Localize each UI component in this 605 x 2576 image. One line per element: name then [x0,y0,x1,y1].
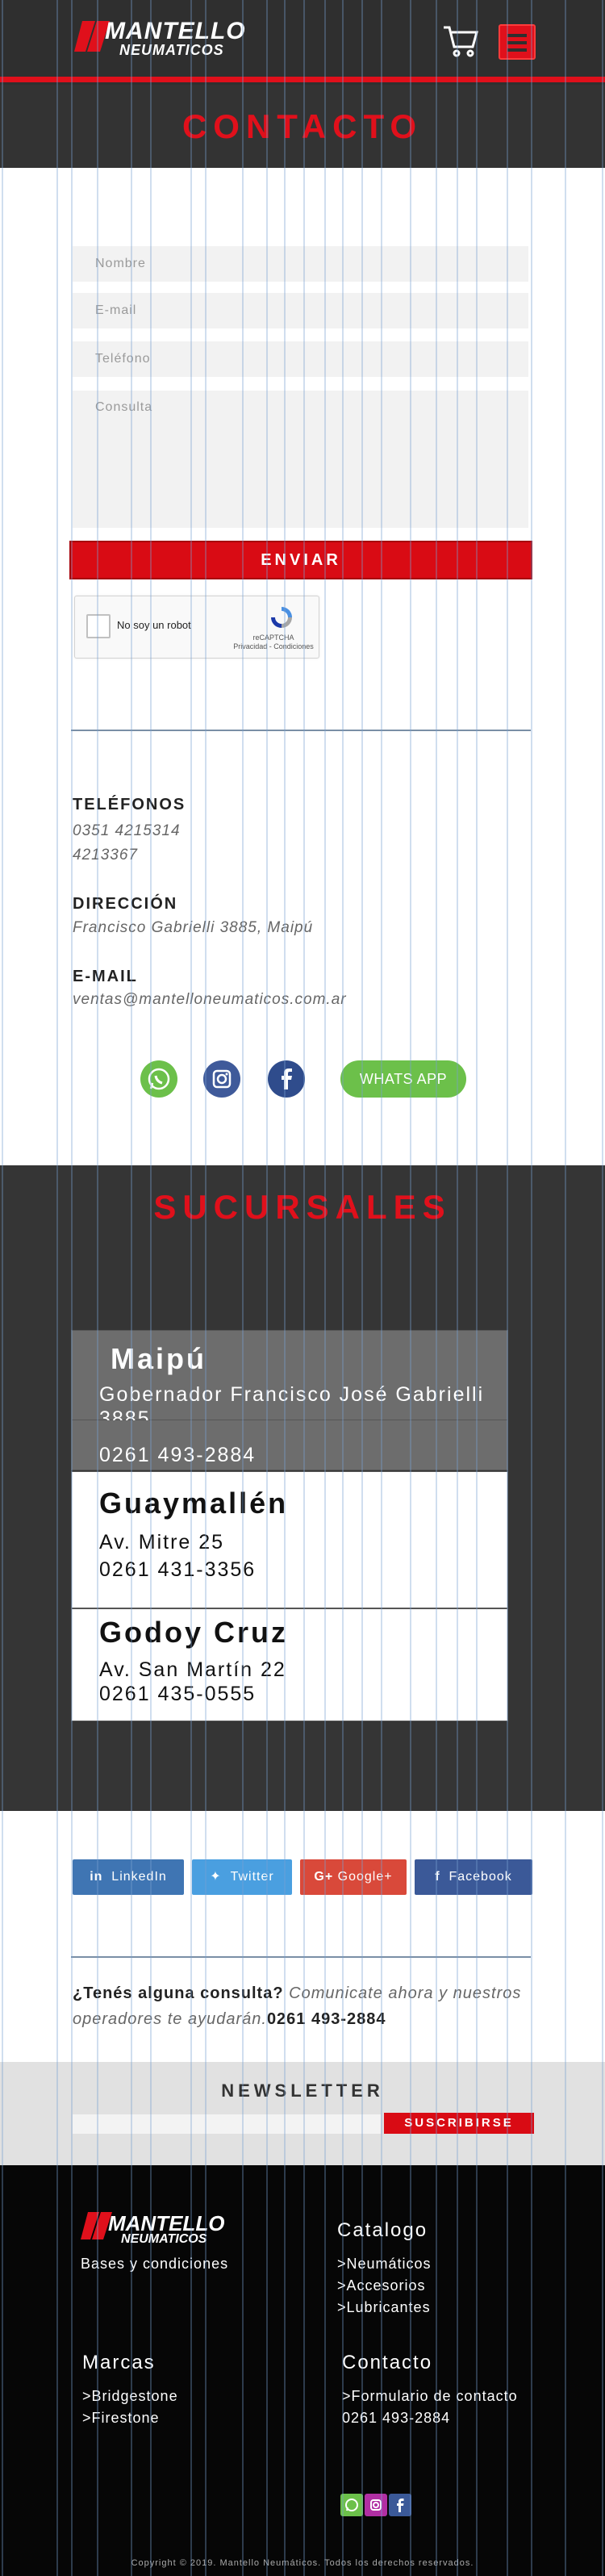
branch-card-godoy-cruz[interactable]: Godoy Cruz Av. San Martín 22 0261 435-05… [71,1608,508,1721]
recaptcha-brand: reCAPTCHA [252,634,294,642]
email-label: E-MAIL [73,968,138,985]
catalog-item[interactable]: >Accesorios [337,2275,426,2297]
facebook-label: Facebook [449,1870,512,1884]
message-textarea[interactable]: Consulta [73,391,528,528]
branch-phone: 0261 431-3356 [99,1558,257,1581]
phones-label: TELÉFONOS [73,796,186,813]
linkedin-label: LinkedIn [111,1870,167,1884]
instagram-icon[interactable] [203,1060,240,1098]
contact-cta: ¿Tenés alguna consulta? Comunicate ahora… [73,1980,540,2032]
linkedin-share-button[interactable]: in LinkedIn [73,1859,184,1895]
branch-card-maipu[interactable]: Maipú Gobernador Francisco José Gabriell… [71,1330,508,1430]
branch-phone: 0261 435-0555 [99,1683,257,1705]
google-label: Google+ [337,1870,393,1884]
email-input[interactable]: E-mail [73,293,528,328]
header-accent-bar [0,77,605,82]
newsletter-email-input[interactable] [73,2114,381,2134]
linkedin-icon: in [90,1870,112,1884]
facebook-icon[interactable] [268,1060,305,1098]
branch-name: Maipú [111,1342,207,1375]
google-share-button[interactable]: G+ Google+ [300,1859,407,1895]
catalog-item[interactable]: >Neumáticos [337,2253,432,2275]
brand-subtitle: NEUMATICOS [119,42,224,58]
footer-instagram-icon[interactable] [365,2494,387,2516]
footer-contact-title: Contacto [342,2352,433,2373]
recaptcha-label: No soy un robot [117,619,191,631]
contact-form-link[interactable]: >Formulario de contacto [342,2386,518,2407]
phone-1[interactable]: 0351 4215314 [73,822,181,840]
branch-address: Av. Mitre 25 [99,1531,225,1554]
branch-card-maipu-lower: 0261 493-2884 [71,1420,508,1470]
branch-address: Av. San Martín 22 [99,1658,286,1681]
email-link[interactable]: ventas@mantelloneumaticos.com.ar [73,991,347,1009]
section-divider [71,730,531,731]
cta-phone[interactable]: 0261 493-2884 [267,2010,386,2028]
copyright: Copyright © 2019. Mantello Neumáticos. T… [131,2558,474,2568]
recaptcha-links[interactable]: Privacidad - Condiciones [233,642,314,651]
facebook-share-button[interactable]: f Facebook [415,1859,532,1895]
brand-item[interactable]: >Bridgestone [82,2386,178,2407]
cta-divider [71,1956,531,1958]
brand-item[interactable]: >Firestone [82,2407,160,2429]
footer-brand-subtitle: NEUMATICOS [121,2232,207,2246]
brands-title: Marcas [82,2352,156,2373]
name-input[interactable]: Nombre [73,246,528,282]
recaptcha-icon [269,604,294,630]
branch-phone: 0261 493-2884 [99,1444,257,1466]
recaptcha-checkbox[interactable] [86,614,111,638]
subscribe-button[interactable]: SUSCRIBIRSE [384,2113,534,2134]
phone-2[interactable]: 4213367 [73,847,138,864]
catalog-item[interactable]: >Lubricantes [337,2297,431,2319]
branch-card-guaymallen[interactable]: Guaymallén Av. Mitre 25 0261 431-3356 [71,1471,508,1608]
cart-icon[interactable] [442,23,479,60]
twitter-icon: ✦ [210,1870,231,1884]
whatsapp-button[interactable]: WHATS APP [340,1060,466,1098]
recaptcha-widget: No soy un robot reCAPTCHA Privacidad - Co… [74,596,319,659]
google-plus-icon: G+ [314,1870,338,1884]
phone-input[interactable]: Teléfono [73,341,528,377]
whatsapp-icon[interactable] [140,1060,177,1098]
brand-name[interactable]: MANTELLO [105,18,246,45]
branch-name: Godoy Cruz [99,1616,288,1649]
footer-whatsapp-icon[interactable] [340,2494,363,2516]
twitter-label: Twitter [230,1870,274,1884]
address-value: Francisco Gabrielli 3885, Maipú [73,919,314,936]
address-label: DIRECCIÓN [73,895,178,913]
facebook-small-icon: f [435,1870,449,1884]
branches-title: SUCURSALES [153,1188,452,1226]
twitter-share-button[interactable]: ✦ Twitter [192,1859,292,1895]
footer-phone[interactable]: 0261 493-2884 [342,2407,450,2429]
page-title: CONTACTO [182,107,424,145]
catalog-title: Catalogo [337,2219,428,2241]
hamburger-menu-icon[interactable] [499,24,536,60]
bases-link[interactable]: Bases y condiciones [81,2253,228,2275]
cta-question: ¿Tenés alguna consulta? [73,1984,284,2002]
footer-facebook-icon[interactable] [389,2494,411,2516]
branch-name: Guaymallén [99,1487,289,1520]
newsletter-title: NEWSLETTER [221,2080,384,2101]
submit-button[interactable]: ENVIAR [69,541,532,579]
